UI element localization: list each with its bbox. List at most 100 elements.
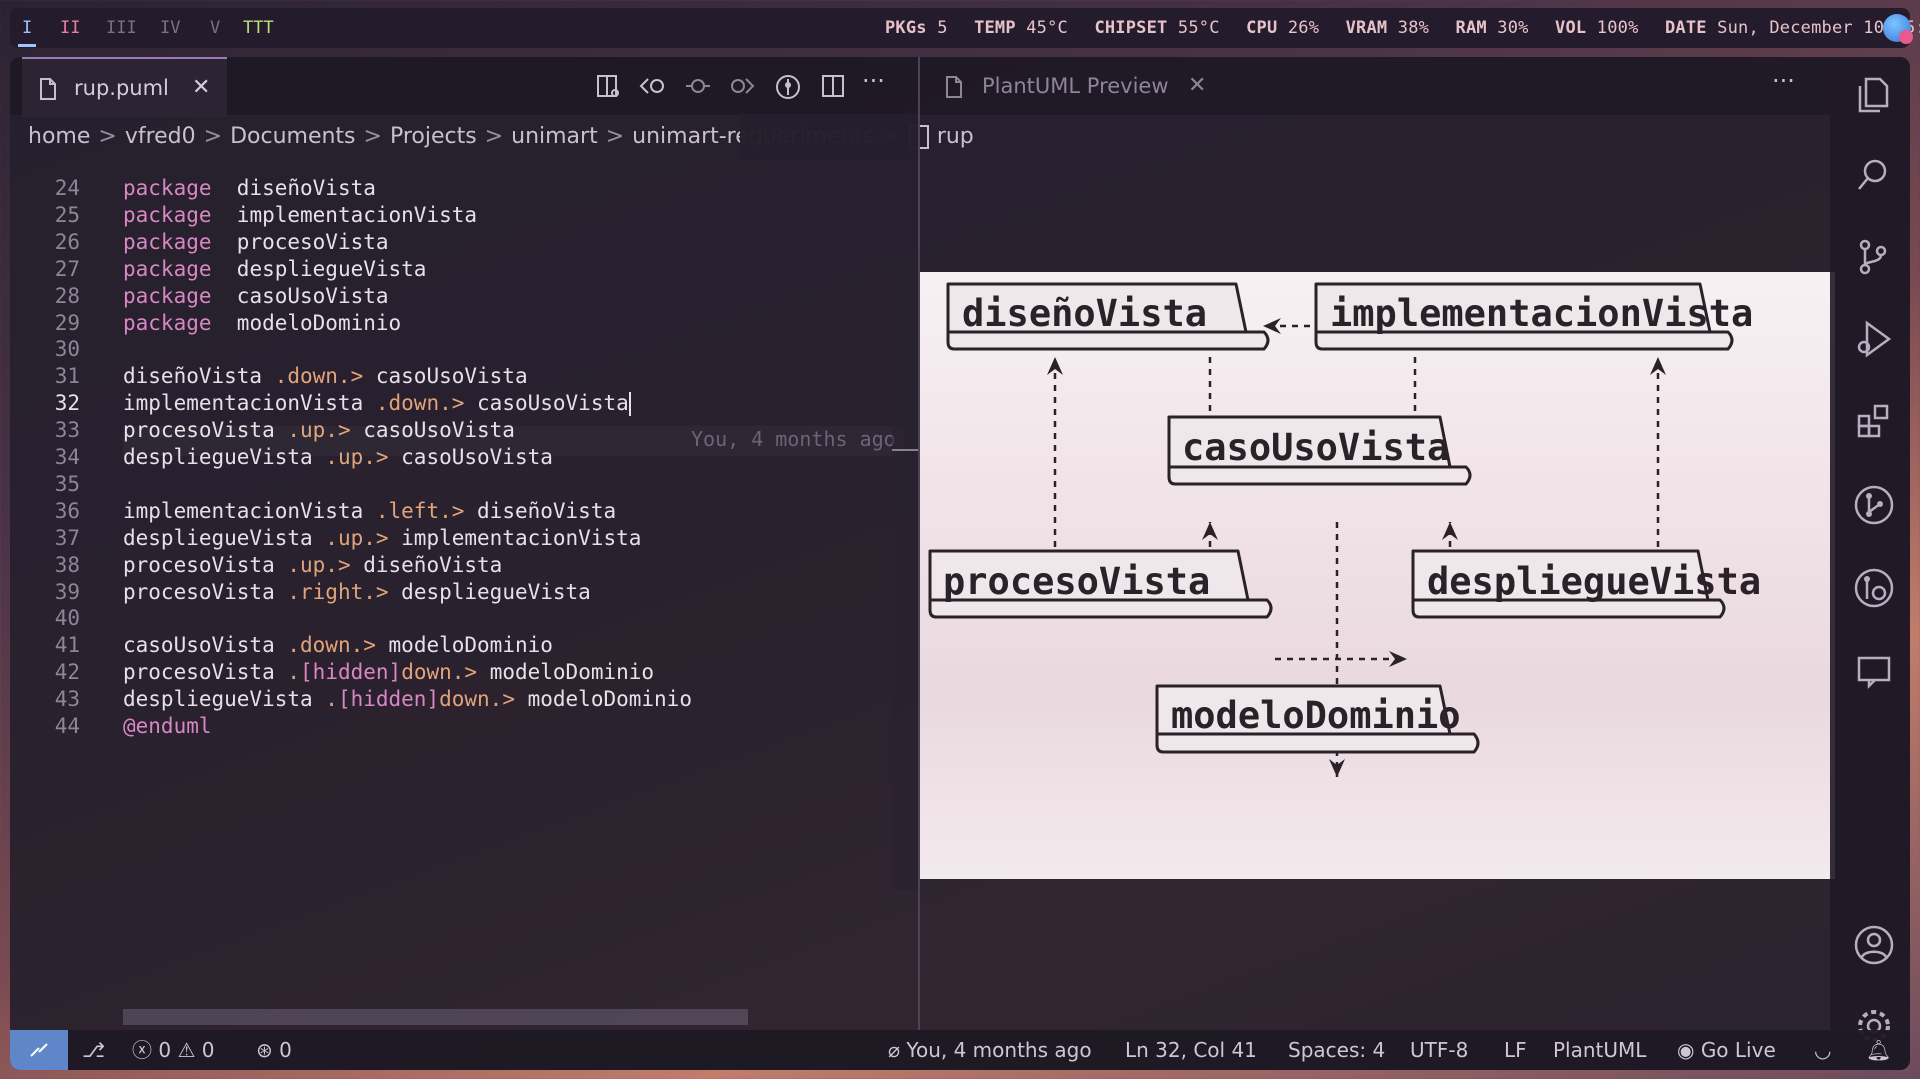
workspace-ttt[interactable]: TTT	[243, 8, 274, 48]
breadcrumb-documents[interactable]: Documents	[230, 124, 355, 149]
code-token: implementacionVista	[388, 525, 642, 550]
close-icon[interactable]: ✕	[1188, 57, 1206, 115]
code-token: .left.>	[375, 498, 465, 523]
ports-indicator[interactable]: ⊛ 0	[256, 1030, 292, 1070]
breadcrumb-user[interactable]: vfred0	[125, 124, 196, 149]
code-line[interactable]: procesoVista .[hidden]down.> modeloDomin…	[123, 660, 654, 684]
code-token: package	[123, 310, 212, 335]
code-token: modeloDominio	[514, 687, 692, 712]
code-line[interactable]: despliegueVista .[hidden]down.> modeloDo…	[123, 687, 692, 711]
code-line[interactable]: package implementacionVista	[123, 203, 477, 227]
system-stats: PKGs 5 TEMP 45°C CHIPSET 55°C CPU 26% VR…	[885, 8, 1920, 48]
vertical-scrollbar[interactable]	[892, 160, 918, 890]
code-line[interactable]: diseñoVista .down.> casoUsoVista	[123, 364, 528, 388]
code-line[interactable]: casoUsoVista .down.> modeloDominio	[123, 633, 553, 657]
line-number: 24	[54, 176, 80, 200]
cursor-position[interactable]: Ln 32, Col 41	[1125, 1030, 1257, 1070]
code-token: diseñoVista	[123, 364, 275, 389]
code-token: down.>	[401, 660, 478, 685]
code-line[interactable]: package casoUsoVista	[123, 284, 389, 308]
search-icon[interactable]	[1855, 157, 1891, 193]
code-line[interactable]: despliegueVista .up.> implementacionVist…	[123, 526, 641, 550]
code-line[interactable]: package procesoVista	[123, 230, 389, 254]
split-editor-icon[interactable]	[820, 73, 846, 99]
code-line[interactable]: implementacionVista .down.> casoUsoVista	[123, 391, 631, 417]
workspace-2[interactable]: II	[60, 8, 80, 48]
extensions-icon[interactable]	[1855, 402, 1893, 440]
code-token: procesoVista	[123, 552, 288, 577]
line-number: 29	[54, 310, 80, 335]
indentation[interactable]: Spaces: 4	[1288, 1030, 1385, 1070]
breadcrumb-projects[interactable]: Projects	[390, 124, 477, 149]
remote-explorer-icon[interactable]	[1855, 652, 1893, 690]
breadcrumb-overflow-mask	[740, 114, 920, 160]
stat-vol: VOL 100%	[1555, 18, 1639, 38]
bell-icon[interactable]: 🔔︎	[1866, 1030, 1891, 1070]
problems-indicator[interactable]: ⓧ 0 ⚠ 0	[132, 1030, 214, 1070]
breadcrumb-home[interactable]: home	[28, 124, 90, 149]
workspace-3[interactable]: III	[106, 8, 137, 48]
language-mode[interactable]: PlantUML	[1553, 1030, 1646, 1070]
package-label-modelo: modeloDominio	[1171, 694, 1461, 737]
horizontal-scrollbar[interactable]	[123, 1009, 748, 1025]
code-editor[interactable]: 24 package diseñoVista 25 package implement…	[10, 170, 918, 890]
git-blame-status[interactable]: ⌀ You, 4 months ago	[888, 1030, 1092, 1070]
branch-icon[interactable]: ⎇	[82, 1030, 105, 1070]
package-label-casouso: casoUsoVista	[1182, 426, 1450, 469]
git-graph-icon[interactable]	[1853, 484, 1895, 526]
code-token: @enduml	[123, 714, 212, 738]
line-number: 31	[54, 364, 80, 389]
file-icon	[40, 78, 56, 100]
more-actions-icon[interactable]: ···	[862, 67, 885, 95]
activity-bar	[1830, 57, 1910, 1030]
code-token: diseñoVista	[211, 176, 376, 200]
git-blame-annotation: You, 4 months ago	[691, 427, 896, 451]
source-control-icon[interactable]	[1855, 237, 1891, 277]
notification-badge	[1899, 30, 1913, 44]
line-number: 44	[54, 714, 80, 738]
code-token: .right.>	[287, 579, 389, 604]
scroll-position-marker	[892, 449, 918, 451]
code-line[interactable]: package modeloDominio	[123, 311, 401, 335]
encoding[interactable]: UTF-8	[1410, 1030, 1468, 1070]
previous-change-icon[interactable]	[683, 73, 713, 99]
go-live-button[interactable]: ◉ Go Live	[1677, 1030, 1776, 1070]
code-line[interactable]: procesoVista .right.> despliegueVista	[123, 580, 591, 604]
end-of-line[interactable]: LF	[1504, 1030, 1527, 1070]
code-line[interactable]: @enduml	[123, 714, 212, 738]
more-actions-icon[interactable]: ···	[1772, 67, 1795, 95]
code-token: .up.>	[325, 525, 389, 550]
next-change-icon[interactable]	[726, 73, 756, 99]
go-back-icon[interactable]	[638, 73, 668, 99]
open-preview-icon[interactable]	[595, 73, 621, 99]
user-avatar[interactable]	[1883, 14, 1913, 44]
gitlens-icon[interactable]	[1853, 567, 1895, 609]
workspace-1[interactable]: I	[22, 8, 32, 48]
code-line[interactable]: package diseñoVista	[123, 176, 376, 200]
workspace-5[interactable]: V	[210, 8, 220, 48]
code-token: procesoVista	[211, 229, 389, 254]
remote-indicator[interactable]	[10, 1030, 68, 1070]
breadcrumb-file[interactable]: rup	[937, 124, 974, 149]
run-debug-icon[interactable]	[1855, 319, 1893, 359]
breadcrumb-unimart[interactable]: unimart	[511, 124, 598, 149]
workspace-4[interactable]: IV	[160, 8, 180, 48]
explorer-icon[interactable]	[1855, 75, 1891, 115]
code-line[interactable]: procesoVista .up.> diseñoVista	[123, 553, 502, 577]
package-label-diseno: diseñoVista	[962, 292, 1208, 335]
system-top-bar: I II III IV V TTT PKGs 5 TEMP 45°C CHIPS…	[10, 8, 1920, 48]
tab-plantuml-preview[interactable]: PlantUML Preview ✕	[930, 57, 1220, 115]
stat-chipset: CHIPSET 55°C	[1094, 18, 1220, 38]
code-token: implementacionVista	[123, 391, 376, 416]
code-token: implementacionVista	[211, 202, 478, 227]
code-token: casoUsoVista	[363, 364, 528, 389]
close-icon[interactable]: ✕	[192, 59, 210, 117]
tab-rup-puml[interactable]: rup.puml ✕	[22, 57, 227, 117]
code-token: casoUsoVista	[123, 633, 288, 658]
accounts-icon[interactable]	[1853, 924, 1895, 966]
code-token: casoUsoVista	[464, 391, 629, 416]
git-timeline-icon[interactable]	[774, 73, 802, 101]
code-line[interactable]: package despliegueVista	[123, 257, 426, 281]
sync-icon[interactable]: ◡	[1814, 1030, 1831, 1070]
code-line[interactable]: implementacionVista .left.> diseñoVista	[123, 499, 616, 523]
